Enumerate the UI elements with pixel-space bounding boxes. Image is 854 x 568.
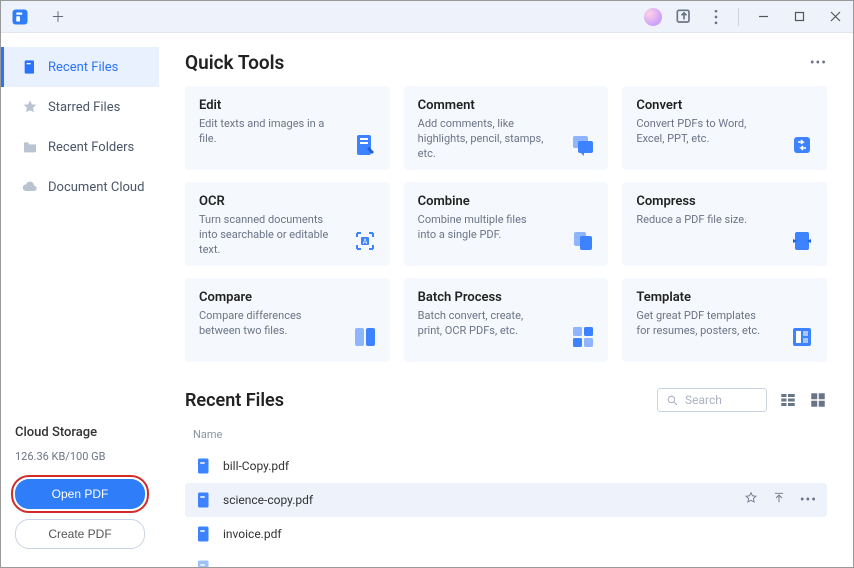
sidebar-item-label: Starred Files [48, 100, 120, 115]
tool-desc: Reduce a PDF file size. [636, 213, 766, 228]
create-pdf-button[interactable]: Create PDF [15, 519, 145, 549]
file-row[interactable]: bill-Copy.pdf [185, 449, 827, 483]
tool-desc: Edit texts and images in a file. [199, 117, 329, 147]
upload-icon[interactable] [772, 491, 786, 509]
sidebar-item-label: Recent Folders [48, 140, 134, 155]
tools-grid: Edit Edit texts and images in a file. Co… [185, 86, 827, 362]
recent-files-title: Recent Files [185, 390, 284, 411]
batch-icon [570, 324, 596, 350]
storage-heading: Cloud Storage [15, 425, 145, 440]
file-name: bill-Copy.pdf [223, 459, 289, 473]
tool-compress[interactable]: Compress Reduce a PDF file size. [622, 182, 827, 266]
view-grid-icon[interactable] [809, 391, 827, 409]
app-logo-icon [11, 8, 29, 26]
main-area: Recent Files Starred Files Recent Folder… [1, 33, 853, 567]
tool-batch-process[interactable]: Batch Process Batch convert, create, pri… [404, 278, 609, 362]
search-input[interactable]: Search [657, 388, 767, 412]
file-name: science-copy.pdf [223, 493, 313, 507]
share-icon[interactable] [674, 7, 694, 27]
maximize-button[interactable] [787, 7, 811, 27]
pdf-file-icon [195, 525, 213, 543]
titlebar-left: ＋ [5, 8, 67, 26]
file-icon [22, 59, 38, 75]
sidebar-item-recent-folders[interactable]: Recent Folders [1, 127, 159, 167]
file-row[interactable] [185, 551, 827, 567]
file-row[interactable]: invoice.pdf [185, 517, 827, 551]
compress-icon [789, 228, 815, 254]
tool-comment[interactable]: Comment Add comments, like highlights, p… [404, 86, 609, 170]
more-icon[interactable]: ••• [800, 492, 817, 508]
search-icon [666, 394, 679, 407]
cloud-icon [22, 179, 38, 195]
tool-desc: Convert PDFs to Word, Excel, PPT, etc. [636, 117, 766, 147]
sidebar-bottom: Cloud Storage 126.36 KB/100 GB Open PDF … [1, 413, 159, 567]
tool-convert[interactable]: Convert Convert PDFs to Word, Excel, PPT… [622, 86, 827, 170]
edit-icon [352, 132, 378, 158]
open-pdf-button[interactable]: Open PDF [15, 479, 145, 509]
close-button[interactable] [823, 7, 847, 27]
view-list-icon[interactable] [779, 391, 797, 409]
minimize-button[interactable] [751, 7, 775, 27]
quick-tools-title: Quick Tools [185, 51, 284, 74]
column-name-header: Name [185, 424, 827, 449]
nav-list: Recent Files Starred Files Recent Folder… [1, 33, 159, 207]
kebab-menu-icon[interactable] [706, 7, 726, 27]
storage-value: 126.36 KB/100 GB [15, 450, 145, 463]
row-actions: ••• [744, 491, 817, 509]
pdf-file-icon [195, 491, 213, 509]
template-icon [789, 324, 815, 350]
tool-title: Batch Process [418, 290, 595, 305]
tool-title: Edit [199, 98, 376, 113]
tool-title: OCR [199, 194, 376, 209]
sidebar: Recent Files Starred Files Recent Folder… [1, 33, 159, 567]
folder-icon [22, 139, 38, 155]
tool-desc: Batch convert, create, print, OCR PDFs, … [418, 309, 548, 339]
tool-desc: Turn scanned documents into searchable o… [199, 213, 329, 258]
sidebar-item-recent-files[interactable]: Recent Files [1, 47, 159, 87]
user-avatar[interactable] [644, 8, 662, 26]
svg-text:A: A [362, 238, 367, 246]
pdf-file-icon [195, 559, 213, 567]
pdf-file-icon [195, 457, 213, 475]
tool-template[interactable]: Template Get great PDF templates for res… [622, 278, 827, 362]
star-outline-icon[interactable] [744, 491, 758, 509]
tool-title: Compare [199, 290, 376, 305]
sidebar-item-starred-files[interactable]: Starred Files [1, 87, 159, 127]
tool-compare[interactable]: Compare Compare differences between two … [185, 278, 390, 362]
quick-tools-more-icon[interactable]: ••• [810, 55, 827, 71]
convert-icon [789, 132, 815, 158]
tool-desc: Combine multiple files into a single PDF… [418, 213, 548, 243]
tool-title: Compress [636, 194, 813, 209]
tool-desc: Compare differences between two files. [199, 309, 329, 339]
tool-title: Combine [418, 194, 595, 209]
search-placeholder: Search [685, 393, 722, 407]
quick-tools-header: Quick Tools ••• [185, 51, 827, 74]
divider [738, 8, 739, 26]
file-name: invoice.pdf [223, 527, 282, 541]
titlebar-right [644, 7, 849, 27]
combine-icon [570, 228, 596, 254]
tool-edit[interactable]: Edit Edit texts and images in a file. [185, 86, 390, 170]
tool-ocr[interactable]: OCR Turn scanned documents into searchab… [185, 182, 390, 266]
file-row[interactable]: science-copy.pdf ••• [185, 483, 827, 517]
sidebar-item-label: Document Cloud [48, 180, 144, 195]
ocr-icon: A [352, 228, 378, 254]
titlebar: ＋ [1, 1, 853, 33]
content-area: Quick Tools ••• Edit Edit texts and imag… [159, 33, 853, 567]
tool-title: Template [636, 290, 813, 305]
compare-icon [352, 324, 378, 350]
tool-title: Convert [636, 98, 813, 113]
recent-files-header: Recent Files Search [185, 388, 827, 412]
tool-desc: Get great PDF templates for resumes, pos… [636, 309, 766, 339]
recent-files-tools: Search [657, 388, 827, 412]
new-tab-button[interactable]: ＋ [49, 8, 67, 26]
tool-title: Comment [418, 98, 595, 113]
tool-combine[interactable]: Combine Combine multiple files into a si… [404, 182, 609, 266]
star-icon [22, 99, 38, 115]
sidebar-item-label: Recent Files [48, 60, 118, 75]
sidebar-item-document-cloud[interactable]: Document Cloud [1, 167, 159, 207]
tool-desc: Add comments, like highlights, pencil, s… [418, 117, 548, 162]
comment-icon [570, 132, 596, 158]
